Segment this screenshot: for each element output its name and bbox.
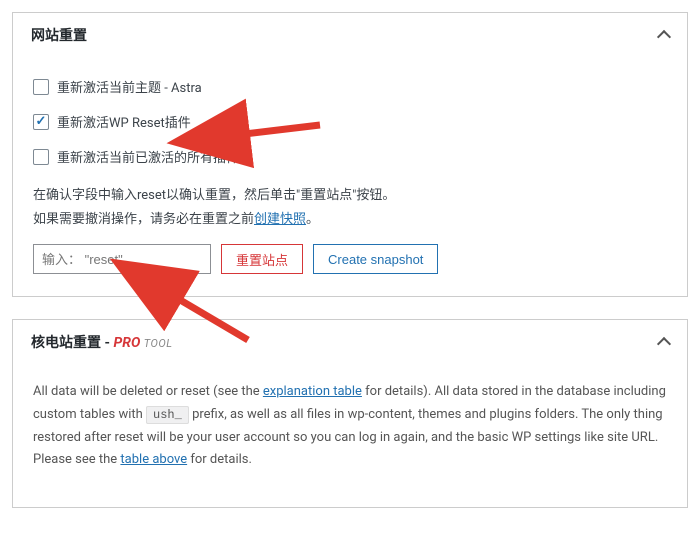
nuclear-description: All data will be deleted or reset (see t…: [33, 381, 667, 472]
desc-line2a: 如果需要撤消操作，请务必在重置之前: [33, 212, 254, 227]
checkbox-reactivate-plugins[interactable]: [33, 149, 49, 165]
db-prefix-code: ush_: [146, 406, 189, 424]
panel-site-reset: 网站重置 重新激活当前主题 - Astra 重新激活WP Reset插件 重新激…: [12, 12, 688, 297]
explanation-table-link[interactable]: explanation table: [263, 384, 362, 399]
panel-site-reset-header[interactable]: 网站重置: [13, 13, 687, 57]
reset-confirm-input[interactable]: [33, 244, 211, 274]
table-above-link[interactable]: table above: [120, 452, 187, 467]
checkbox-reactivate-plugins-label: 重新激活当前已激活的所有插件: [57, 147, 239, 166]
checkbox-reactivate-theme[interactable]: [33, 79, 49, 95]
checkbox-reactivate-theme-label: 重新激活当前主题 - Astra: [57, 77, 202, 96]
reset-action-row: 重置站点 Create snapshot: [33, 244, 667, 274]
panel-site-reset-body: 重新激活当前主题 - Astra 重新激活WP Reset插件 重新激活当前已激…: [13, 57, 687, 296]
panel-nuclear-reset-body: All data will be deleted or reset (see t…: [13, 364, 687, 507]
checkbox-reactivate-wpreset[interactable]: [33, 114, 49, 130]
tool-label: TOOL: [144, 337, 173, 350]
checkbox-row-plugins: 重新激活当前已激活的所有插件: [33, 147, 667, 166]
checkbox-row-theme: 重新激活当前主题 - Astra: [33, 77, 667, 96]
checkbox-reactivate-wpreset-label: 重新激活WP Reset插件: [57, 112, 191, 131]
nuclear-text-d: for details.: [187, 452, 252, 467]
desc-line1: 在确认字段中输入reset以确认重置，然后单击"重置站点"按钮。: [33, 188, 395, 203]
checkbox-row-wpreset: 重新激活WP Reset插件: [33, 112, 667, 131]
panel-nuclear-reset-title: 核电站重置 - PRO TOOL: [31, 332, 172, 352]
panel-nuclear-reset: 核电站重置 - PRO TOOL All data will be delete…: [12, 319, 688, 508]
reset-description: 在确认字段中输入reset以确认重置，然后单击"重置站点"按钮。 如果需要撤消操…: [33, 184, 667, 232]
pro-badge: PRO: [113, 335, 140, 351]
nuclear-title-text: 核电站重置: [31, 335, 101, 351]
create-snapshot-button[interactable]: Create snapshot: [313, 244, 438, 274]
create-snapshot-link[interactable]: 创建快照: [254, 212, 306, 227]
panel-nuclear-reset-header[interactable]: 核电站重置 - PRO TOOL: [13, 320, 687, 364]
chevron-up-icon: [657, 30, 671, 44]
panel-site-reset-title: 网站重置: [31, 25, 87, 45]
nuclear-text-a: All data will be deleted or reset (see t…: [33, 384, 263, 399]
chevron-up-icon: [657, 337, 671, 351]
desc-line2b: 。: [306, 212, 319, 227]
reset-site-button[interactable]: 重置站点: [221, 244, 303, 274]
